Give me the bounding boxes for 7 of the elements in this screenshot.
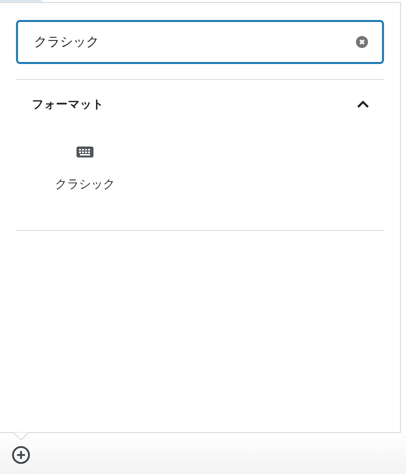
plus-circle-icon: [11, 445, 31, 465]
add-block-button[interactable]: [11, 445, 31, 465]
section-title: フォーマット: [32, 96, 104, 112]
block-item[interactable]: クラシック: [55, 176, 115, 193]
clear-icon[interactable]: [356, 36, 368, 48]
search-field[interactable]: クラシック: [16, 20, 384, 64]
keyboard-icon: [76, 146, 94, 158]
